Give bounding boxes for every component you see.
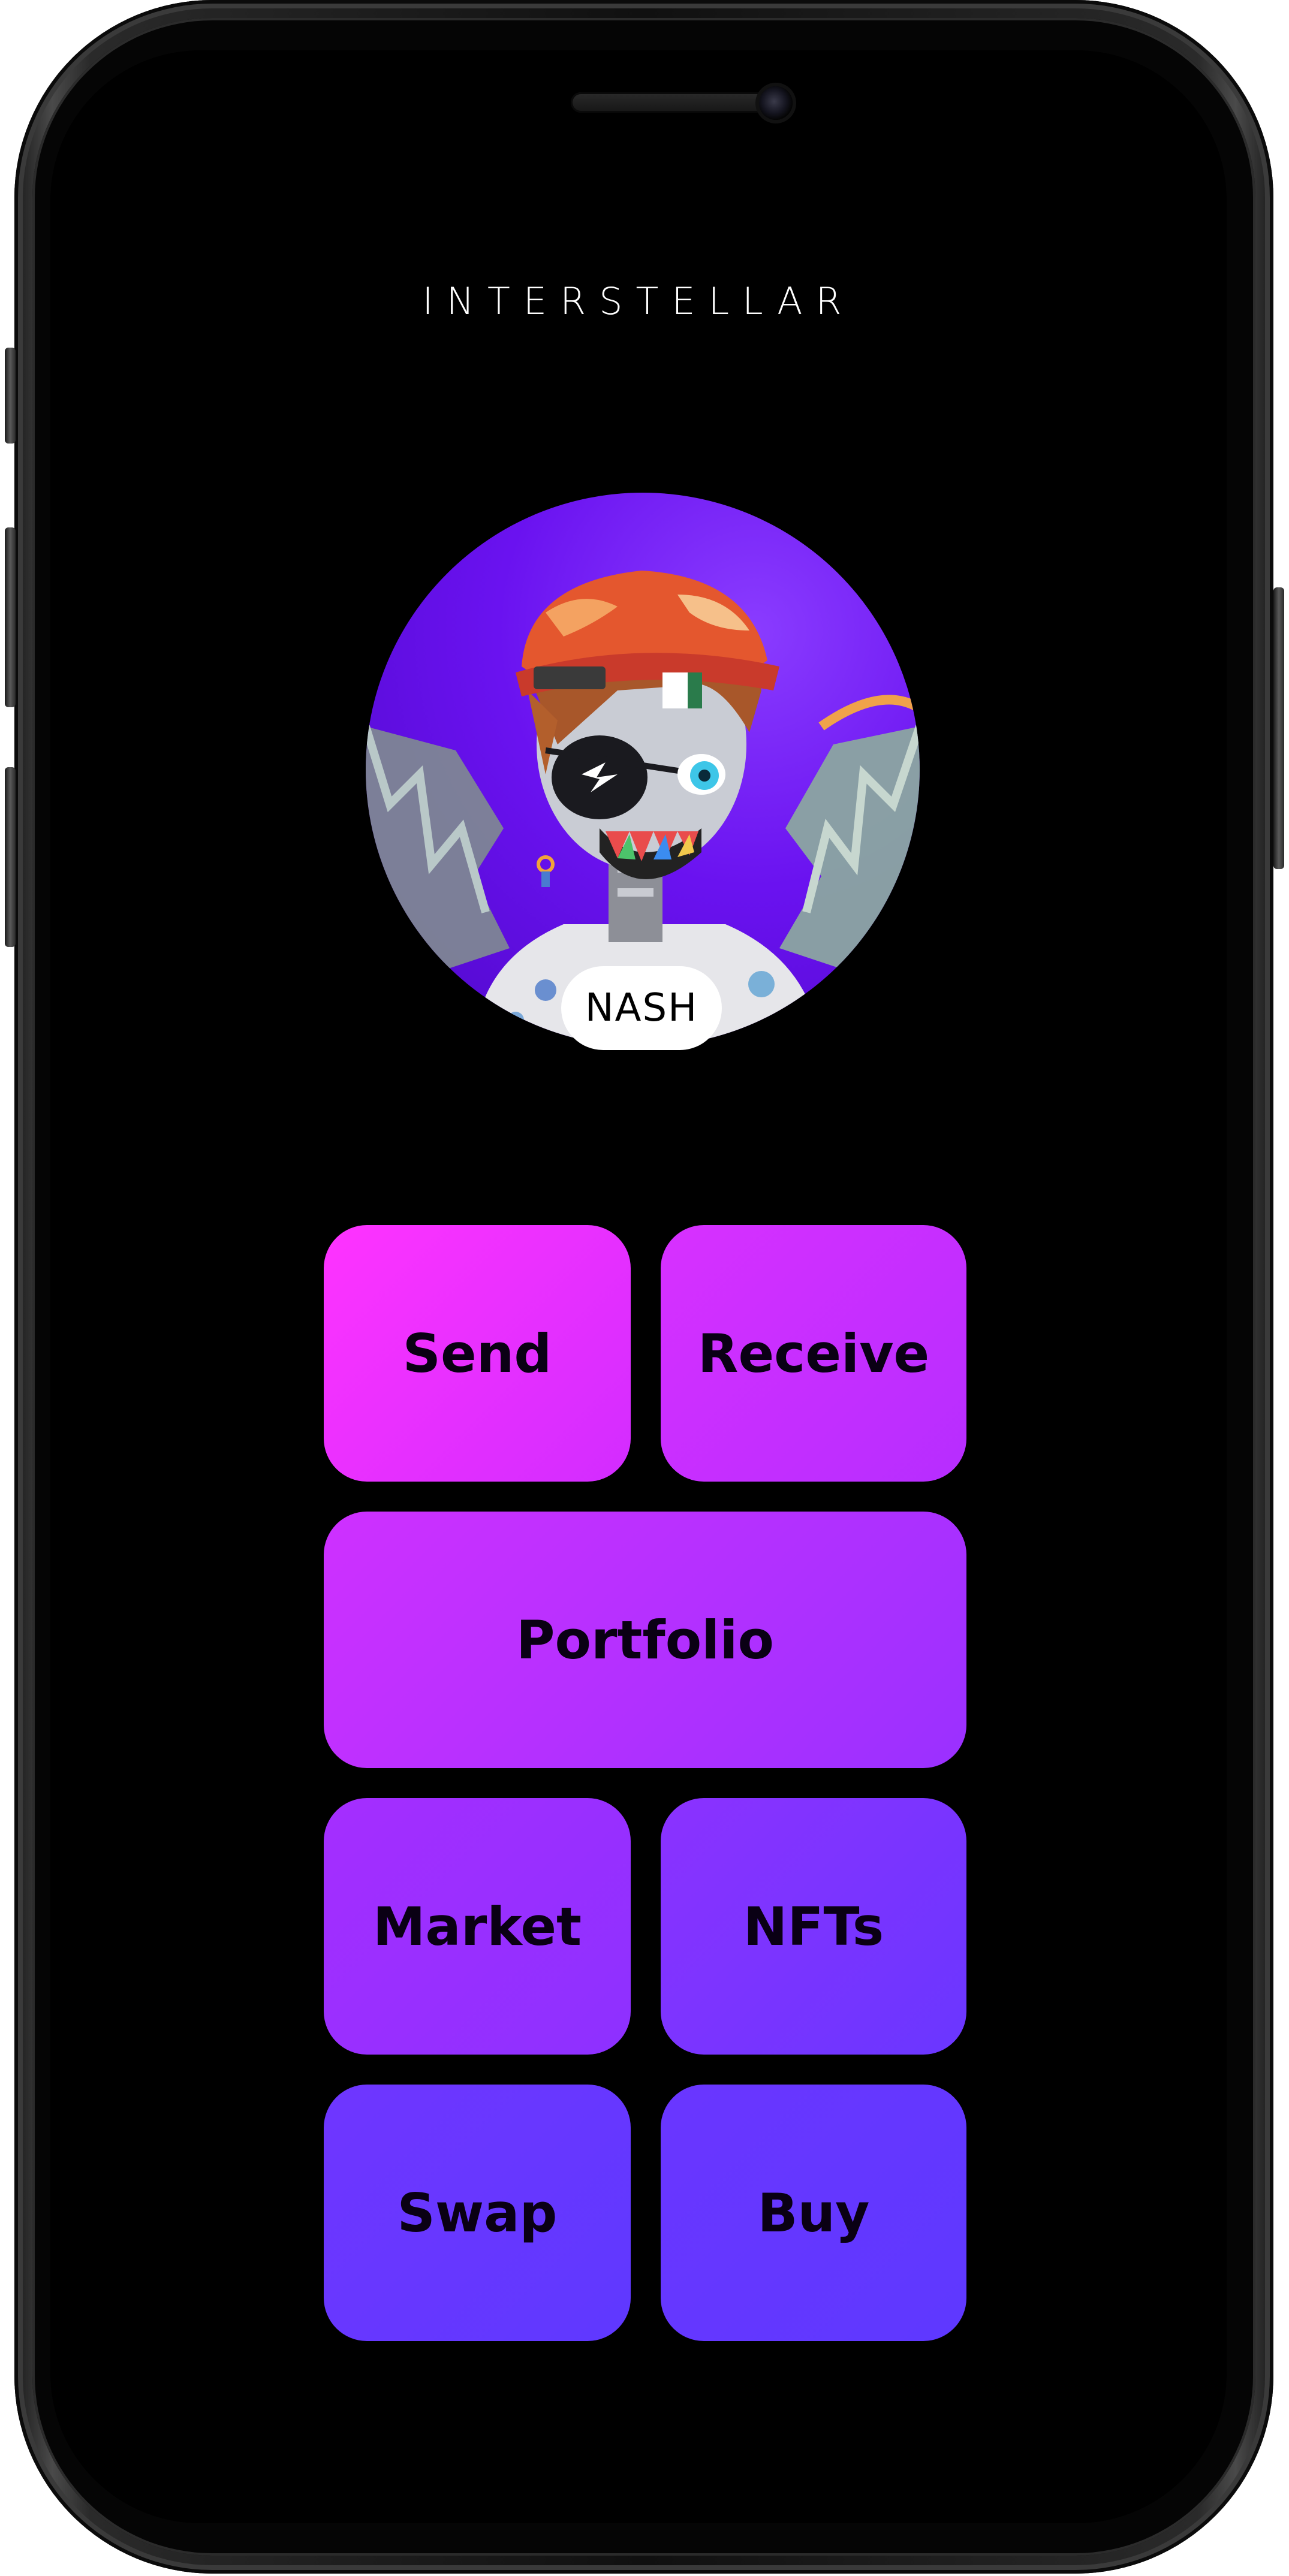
volume-down-button: [5, 767, 16, 947]
receive-button-label: Receive: [697, 1322, 930, 1384]
receive-button[interactable]: Receive: [661, 1225, 966, 1482]
buy-button[interactable]: Buy: [661, 2085, 966, 2341]
nfts-button[interactable]: NFTs: [661, 1798, 966, 2055]
nft-avatar-icon: [366, 571, 920, 1046]
portfolio-button[interactable]: Portfolio: [324, 1512, 966, 1768]
market-button[interactable]: Market: [324, 1798, 631, 2055]
swap-button-label: Swap: [397, 2182, 558, 2244]
earpiece-speaker: [571, 92, 769, 113]
nfts-button-label: NFTs: [743, 1895, 884, 1957]
profile-avatar-section: NASH: [366, 493, 920, 1050]
send-button[interactable]: Send: [324, 1225, 631, 1482]
power-button: [1273, 587, 1284, 869]
phone-screen: INTERSTELLAR NASH Send Receive Portfolio…: [50, 50, 1227, 2523]
avatar[interactable]: [366, 493, 920, 1046]
silent-switch: [5, 348, 16, 444]
portfolio-button-label: Portfolio: [516, 1609, 774, 1671]
market-button-label: Market: [372, 1895, 582, 1957]
volume-up-button: [5, 527, 16, 707]
app-brand-title: INTERSTELLAR: [422, 279, 855, 323]
front-camera: [759, 86, 793, 120]
send-button-label: Send: [402, 1322, 552, 1384]
profile-name-badge: NASH: [561, 966, 722, 1050]
buy-button-label: Buy: [757, 2182, 870, 2244]
swap-button[interactable]: Swap: [324, 2085, 631, 2341]
